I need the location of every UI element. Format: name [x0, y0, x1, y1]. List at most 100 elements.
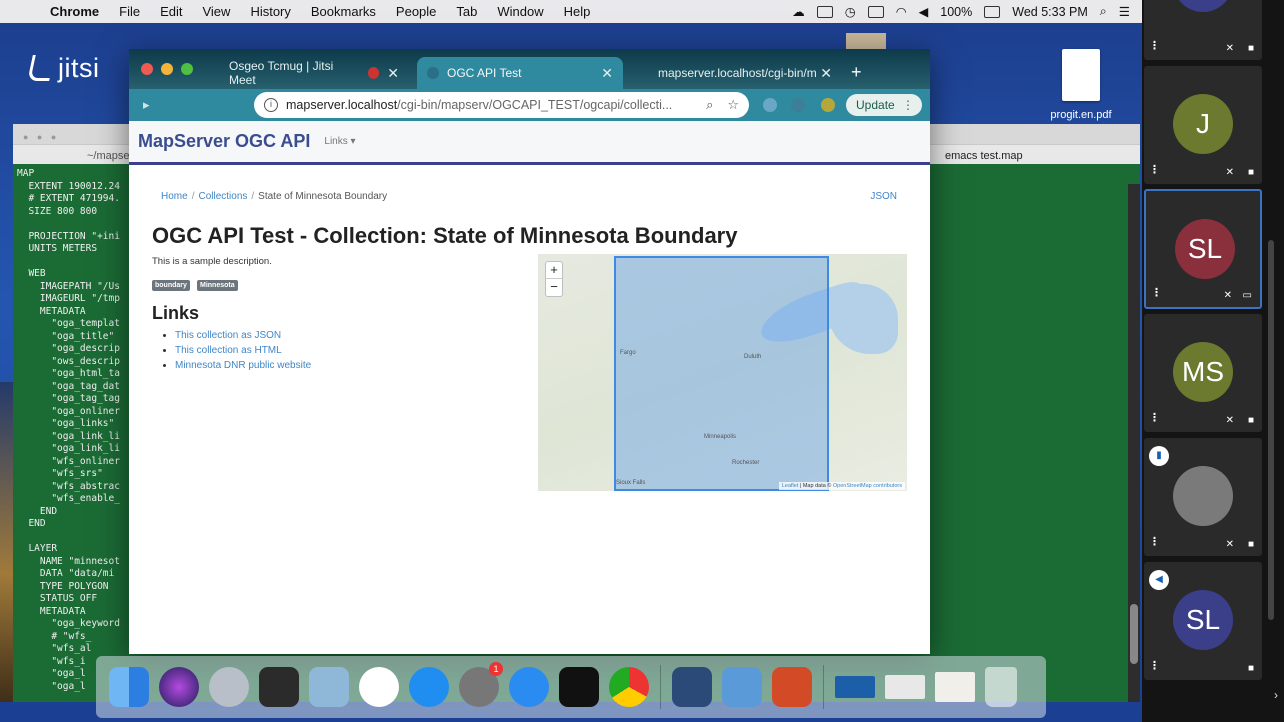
emacs-scrollbar[interactable] [1128, 184, 1140, 702]
more-options-icon[interactable]: ⋮ [1149, 535, 1160, 548]
powerpoint-icon[interactable] [772, 667, 812, 707]
menu-history[interactable]: History [240, 4, 300, 19]
leaflet-map[interactable]: Duluth Minneapolis Fargo Rochester Sioux… [538, 254, 907, 491]
spotlight-icon[interactable]: ⌕ [1100, 4, 1107, 19]
notification-center-icon[interactable]: ☰ [1119, 4, 1130, 19]
minimize-window-button[interactable] [161, 63, 173, 75]
participant-tile[interactable]: MS ⋮ ✕ ■ [1144, 314, 1262, 432]
browser-toolbar: ▸ i mapserver.localhost/cgi-bin/mapserv/… [129, 89, 930, 121]
breadcrumb-home[interactable]: Home [161, 191, 188, 202]
link-collection-html[interactable]: This collection as HTML [175, 345, 282, 356]
extension-icon[interactable] [763, 98, 777, 112]
update-button[interactable]: Update ⋮ [846, 94, 922, 116]
collection-extent-box[interactable] [614, 256, 829, 491]
finder-icon[interactable] [109, 667, 149, 707]
close-tab-icon[interactable]: ✕ [820, 65, 832, 82]
activity-monitor-icon[interactable] [259, 667, 299, 707]
downloads-stack[interactable] [935, 672, 975, 702]
emacs-title-right[interactable]: emacs test.map [945, 150, 1023, 162]
new-tab-icon[interactable]: + [851, 62, 862, 83]
time-machine-icon[interactable]: ◷ [845, 4, 856, 19]
minimized-window[interactable] [835, 676, 875, 698]
volume-icon[interactable]: ◀ [919, 4, 929, 19]
zoom-out-button[interactable]: − [546, 279, 562, 296]
airplay-icon[interactable] [816, 5, 833, 18]
filmstrip-scrollbar[interactable] [1268, 240, 1274, 620]
tab-jitsi[interactable]: Osgeo Tcmug | Jitsi Meet ✕ [219, 57, 409, 89]
app-store-icon[interactable] [409, 667, 449, 707]
menu-people[interactable]: People [386, 4, 446, 19]
menu-window[interactable]: Window [487, 4, 553, 19]
menu-view[interactable]: View [192, 4, 240, 19]
participant-tile[interactable]: ◀ SL ⋮ ■ [1144, 562, 1262, 680]
more-options-icon[interactable]: ⋮ [1149, 659, 1160, 672]
xcode-icon[interactable] [722, 667, 762, 707]
links-dropdown[interactable]: Links ▾ [324, 136, 355, 147]
mic-muted-icon: ✕ [1225, 167, 1234, 178]
participant-tile[interactable]: ▮ ⋮ ✕ ■ [1144, 438, 1262, 556]
zoom-in-button[interactable]: + [546, 262, 562, 279]
menu-tab[interactable]: Tab [446, 4, 487, 19]
safari-icon[interactable] [509, 667, 549, 707]
mapfile-code[interactable]: MAP EXTENT 190012.24 # EXTENT 471994. SI… [17, 168, 120, 693]
mysql-workbench-icon[interactable] [672, 667, 712, 707]
menu-file[interactable]: File [109, 4, 150, 19]
launchpad-icon[interactable] [209, 667, 249, 707]
more-options-icon[interactable]: ⋮ [1151, 286, 1162, 299]
search-icon[interactable]: ⌕ [706, 97, 713, 113]
close-window-button[interactable] [141, 63, 153, 75]
more-options-icon[interactable]: ⋮ [1149, 39, 1160, 52]
participant-tile[interactable]: ⋮ ✕ ■ [1144, 0, 1262, 60]
menu-edit[interactable]: Edit [150, 4, 192, 19]
participant-tile[interactable]: SL ⋮ ✕ ▭ [1144, 189, 1262, 309]
extension-icon[interactable] [791, 98, 805, 112]
battery-icon[interactable] [984, 5, 1001, 18]
json-link[interactable]: JSON [870, 191, 897, 202]
participant-tile[interactable]: J ⋮ ✕ ■ [1144, 66, 1262, 184]
desktop-thumbnail[interactable] [846, 33, 886, 49]
close-tab-icon[interactable]: ✕ [601, 65, 613, 82]
osm-link[interactable]: OpenStreetMap contributors [833, 483, 902, 489]
siri-icon[interactable] [159, 667, 199, 707]
battery-percent[interactable]: 100% [940, 5, 972, 19]
chevron-right-icon[interactable]: › [1274, 688, 1278, 702]
desktop-file-pdf[interactable]: progit.en.pdf [1040, 49, 1122, 121]
link-dnr-website[interactable]: Minnesota DNR public website [175, 360, 311, 371]
scrollbar-thumb[interactable] [1130, 604, 1138, 664]
preview-icon[interactable] [309, 667, 349, 707]
wifi-icon[interactable]: ◠ [896, 4, 907, 19]
back-arrow-icon[interactable]: ▸ [143, 97, 150, 113]
link-collection-json[interactable]: This collection as JSON [175, 330, 281, 341]
menu-bookmarks[interactable]: Bookmarks [301, 4, 386, 19]
address-bar[interactable]: i mapserver.localhost/cgi-bin/mapserv/OG… [254, 92, 749, 118]
leaflet-link[interactable]: Leaflet [782, 483, 799, 489]
close-tab-icon[interactable]: ✕ [387, 65, 399, 82]
terminal-icon[interactable] [559, 667, 599, 707]
keyboard-icon[interactable] [867, 5, 884, 18]
clock[interactable]: Wed 5:33 PM [1012, 5, 1088, 19]
menu-app-name[interactable]: Chrome [40, 4, 109, 19]
breadcrumb-collections[interactable]: Collections [198, 191, 247, 202]
music-icon[interactable] [359, 667, 399, 707]
speaker-indicator-icon[interactable]: ◀ [1149, 570, 1169, 590]
more-options-icon[interactable]: ⋮ [1149, 163, 1160, 176]
site-brand[interactable]: MapServer OGC API [138, 131, 310, 152]
breadcrumb: Home / Collections / State of Minnesota Boun… [161, 191, 388, 202]
bookmark-star-icon[interactable]: ☆ [727, 97, 739, 113]
chrome-icon[interactable] [609, 667, 649, 707]
menu-help[interactable]: Help [554, 4, 601, 19]
trash-icon[interactable] [985, 667, 1017, 707]
window-controls[interactable]: ● ● ● [23, 132, 59, 142]
screen-share-icon: ▭ [1242, 290, 1252, 301]
system-preferences-icon[interactable]: 1 [459, 662, 503, 707]
info-icon[interactable]: i [264, 98, 278, 112]
more-menu-icon[interactable]: ⋮ [902, 98, 922, 112]
tab-ogc-api-test[interactable]: OGC API Test ✕ [417, 57, 623, 89]
zoom-window-button[interactable] [181, 63, 193, 75]
connection-indicator-icon[interactable]: ▮ [1149, 446, 1169, 466]
more-options-icon[interactable]: ⋮ [1149, 411, 1160, 424]
profile-avatar[interactable] [821, 98, 835, 112]
tab-mapserver[interactable]: mapserver.localhost/cgi-bin/m ✕ [632, 57, 842, 89]
minimized-window[interactable] [885, 675, 925, 699]
cloud-icon[interactable]: ☁ [792, 4, 805, 19]
